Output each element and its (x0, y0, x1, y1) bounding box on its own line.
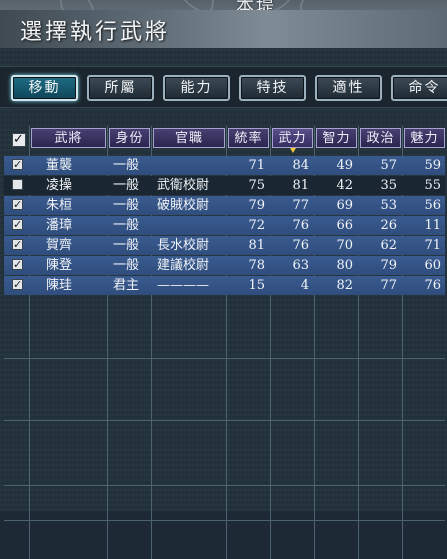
stat-politics: 57 (380, 158, 397, 173)
row-checkbox[interactable]: ✓ (12, 159, 23, 170)
stat-war: 77 (292, 198, 309, 213)
officer-office: 武衛校尉 (157, 178, 210, 193)
title-bar: 選擇執行武將 (0, 10, 447, 50)
stat-war: 63 (292, 258, 309, 273)
stat-leadership: 78 (248, 258, 265, 273)
row-checkbox[interactable]: ✓ (12, 279, 23, 290)
officer-name: 朱桓 (46, 198, 73, 213)
officer-status: 君主 (113, 278, 140, 293)
grid-line (4, 420, 445, 421)
officer-name: 陳珪 (46, 278, 73, 293)
grid-line (4, 358, 445, 359)
dialog-title: 選擇執行武將 (20, 20, 171, 45)
stat-charisma: 56 (424, 198, 441, 213)
table-row[interactable]: ✓ 朱桓 一般 破賊校尉 79 77 69 53 56 (4, 196, 445, 215)
officer-name: 凌操 (46, 178, 73, 193)
table-row[interactable]: ✓ 潘璋 一般 72 76 66 26 11 (4, 216, 445, 235)
select-all-checkbox[interactable]: ✓ (12, 133, 26, 147)
stat-intelligence: 49 (336, 158, 353, 173)
stat-leadership: 15 (248, 278, 265, 293)
officer-status: 一般 (113, 178, 140, 193)
column-header-intelligence[interactable]: 智力 (316, 128, 357, 148)
grid-line (4, 485, 445, 486)
stat-charisma: 60 (424, 258, 441, 273)
row-checkbox[interactable]: ✓ (12, 199, 23, 210)
stat-intelligence: 80 (336, 258, 353, 273)
officer-office: ———— (157, 278, 209, 293)
tab-strip: 移動 所屬 能力 特技 適性 命令 (0, 66, 447, 108)
officer-name: 董襲 (46, 158, 73, 173)
stat-politics: 62 (380, 238, 397, 253)
officer-name: 陳登 (46, 258, 73, 273)
column-header-office[interactable]: 官職 (153, 128, 225, 148)
stat-charisma: 59 (424, 158, 441, 173)
tab-aptitude[interactable]: 適性 (315, 75, 382, 101)
column-header-leadership[interactable]: 統率 (228, 128, 269, 148)
tab-skills[interactable]: 特技 (239, 75, 306, 101)
table-row[interactable]: ✓ 賀齊 一般 長水校尉 81 76 70 62 71 (4, 236, 445, 255)
column-header-status[interactable]: 身份 (109, 128, 150, 148)
select-all-cell: ✓ (6, 128, 28, 148)
stat-war: 4 (300, 278, 309, 293)
officer-office: 建議校尉 (157, 258, 210, 273)
stat-charisma: 55 (424, 178, 441, 193)
stat-politics: 79 (380, 258, 397, 273)
officer-status: 一般 (113, 238, 140, 253)
row-checkbox[interactable]: ✓ (12, 259, 23, 270)
tab-ability[interactable]: 能力 (163, 75, 230, 101)
officer-status: 一般 (113, 198, 140, 213)
table-row[interactable]: ✓ 陳登 一般 建議校尉 78 63 80 79 60 (4, 256, 445, 275)
table-row[interactable]: ✓ 陳珪 君主 ———— 15 4 82 77 76 (4, 276, 445, 295)
stat-charisma: 11 (424, 218, 441, 233)
officer-office (157, 216, 225, 235)
row-checkbox[interactable] (12, 179, 23, 190)
stat-leadership: 71 (248, 158, 265, 173)
stat-charisma: 71 (424, 238, 441, 253)
column-header-politics[interactable]: 政治 (360, 128, 401, 148)
officer-status: 一般 (113, 158, 140, 173)
table-row[interactable]: 凌操 一般 武衛校尉 75 81 42 35 55 (4, 176, 445, 195)
stat-politics: 77 (380, 278, 397, 293)
tab-affiliation[interactable]: 所屬 (87, 75, 154, 101)
grid-line (4, 520, 445, 521)
officer-name: 賀齊 (46, 238, 73, 253)
stat-war: 84 (292, 158, 309, 173)
officer-status: 一般 (113, 218, 140, 233)
officer-office (157, 156, 225, 175)
stat-charisma: 76 (424, 278, 441, 293)
stat-politics: 35 (380, 178, 397, 193)
row-checkbox[interactable]: ✓ (12, 219, 23, 230)
sort-arrow-icon (289, 148, 296, 153)
column-header-war-label: 武力 (278, 131, 307, 146)
tab-orders[interactable]: 命令 (391, 75, 447, 101)
stat-war: 81 (292, 178, 309, 193)
row-checkbox[interactable]: ✓ (12, 239, 23, 250)
stat-intelligence: 69 (336, 198, 353, 213)
column-header-war[interactable]: 武力 (272, 128, 313, 153)
officer-office: 長水校尉 (157, 238, 210, 253)
stat-intelligence: 70 (336, 238, 353, 253)
stat-intelligence: 82 (336, 278, 353, 293)
officer-select-panel: 移動 所屬 能力 特技 適性 命令 ✓ 武將 身份 官職 統率 武力 智力 政治… (0, 48, 447, 559)
stat-leadership: 72 (248, 218, 265, 233)
stat-politics: 26 (380, 218, 397, 233)
column-header-charisma[interactable]: 魅力 (404, 128, 445, 148)
officer-table: ✓ 武將 身份 官職 統率 武力 智力 政治 魅力 ✓ 董襲 一般 71 84 49 57 5… (4, 126, 445, 559)
officer-status: 一般 (113, 258, 140, 273)
stat-politics: 53 (380, 198, 397, 213)
table-row[interactable]: ✓ 董襲 一般 71 84 49 57 59 (4, 156, 445, 175)
officer-name: 潘璋 (46, 218, 73, 233)
stat-war: 76 (292, 238, 309, 253)
stat-leadership: 79 (248, 198, 265, 213)
stat-leadership: 81 (248, 238, 265, 253)
stat-leadership: 75 (248, 178, 265, 193)
stat-intelligence: 66 (336, 218, 353, 233)
tab-move[interactable]: 移動 (11, 75, 78, 101)
column-header-name[interactable]: 武將 (31, 128, 106, 148)
stat-intelligence: 42 (336, 178, 353, 193)
stat-war: 76 (292, 218, 309, 233)
officer-office: 破賊校尉 (157, 198, 210, 213)
